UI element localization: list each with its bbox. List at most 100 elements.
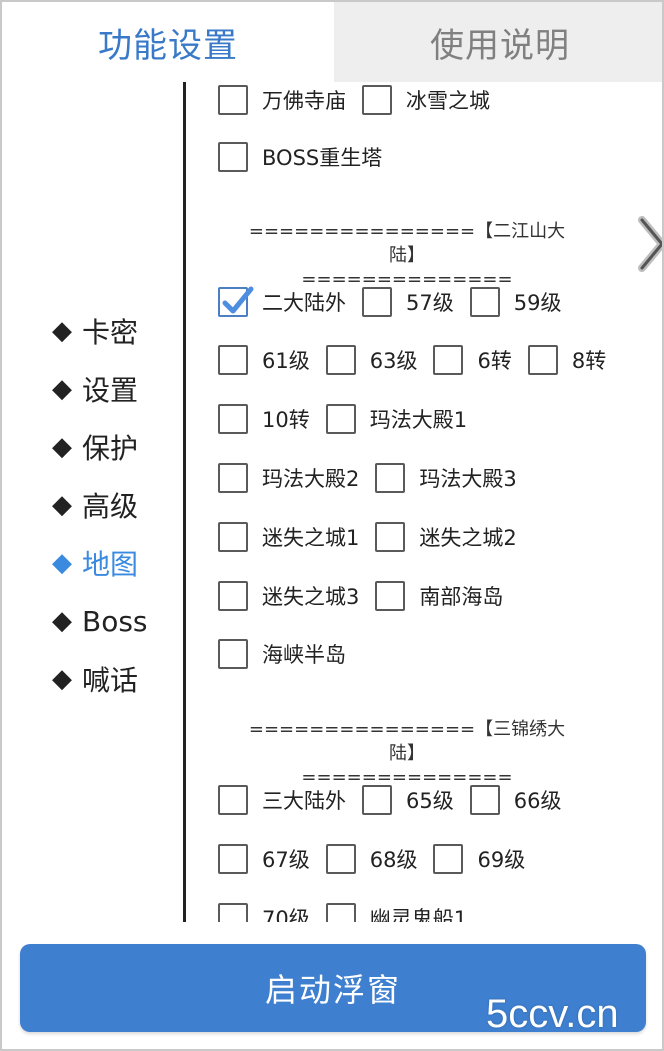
map-checkbox[interactable]: 三大陆外 xyxy=(218,785,362,815)
checkbox-box[interactable] xyxy=(218,639,248,669)
nav-item-settings[interactable]: ◆ 设置 xyxy=(52,360,182,418)
checkbox-box-checked[interactable] xyxy=(218,286,254,317)
checkbox-box[interactable] xyxy=(218,522,248,552)
checkbox-label: 67级 xyxy=(262,848,310,872)
checkbox-box[interactable] xyxy=(362,85,392,115)
checkbox-label: 66级 xyxy=(513,789,562,813)
map-checkbox[interactable]: 65级 xyxy=(362,785,470,815)
diamond-bullet-icon: ◆ xyxy=(52,432,72,462)
list-row: 61级 63级 6转 8转 xyxy=(218,342,622,378)
checkbox-box[interactable] xyxy=(325,903,356,922)
map-checkbox[interactable]: 61级 xyxy=(218,345,326,375)
nav-item-label: 设置 xyxy=(82,374,139,407)
map-checkbox[interactable]: BOSS重生塔 xyxy=(218,142,398,172)
checkbox-box[interactable] xyxy=(375,581,406,611)
diamond-bullet-icon: ◆ xyxy=(52,548,72,578)
checkbox-label: 冰雪之城 xyxy=(406,89,490,113)
tab-instructions[interactable]: 使用说明 xyxy=(334,2,662,82)
map-checkbox[interactable]: 玛法大殿1 xyxy=(325,404,483,434)
checkbox-label: 8转 xyxy=(571,349,607,373)
checkbox-box[interactable] xyxy=(218,463,248,493)
checkbox-label: 玛法大殿1 xyxy=(369,408,468,432)
map-checkbox[interactable]: 冰雪之城 xyxy=(362,85,506,115)
section-header-line: ===============【三锦绣大陆】 xyxy=(248,719,566,764)
diamond-bullet-icon: ◆ xyxy=(52,664,72,694)
nav-item-label: Boss xyxy=(82,604,148,638)
checkbox-box[interactable] xyxy=(362,287,392,317)
list-row: 70级 幽灵鬼船1 xyxy=(218,900,483,922)
map-checkbox[interactable]: 海峡半岛 xyxy=(218,639,362,669)
list-row: 万佛寺庙 冰雪之城 xyxy=(218,82,506,118)
checkbox-box[interactable] xyxy=(325,844,356,874)
map-checkbox[interactable]: 66级 xyxy=(469,785,578,815)
map-checkbox[interactable]: 8转 xyxy=(527,345,622,375)
map-checkbox[interactable]: 59级 xyxy=(469,287,578,317)
list-row: 三大陆外 65级 66级 xyxy=(218,782,577,818)
checkbox-label: 70级 xyxy=(262,907,310,922)
map-checkbox[interactable]: 二大陆外 xyxy=(218,286,362,317)
nav-item-advanced[interactable]: ◆ 高级 xyxy=(52,476,182,534)
tab-function-settings[interactable]: 功能设置 xyxy=(2,2,334,82)
list-row: 二大陆外 57级 59级 xyxy=(218,284,577,320)
checkbox-box[interactable] xyxy=(362,785,392,815)
checkbox-label: 59级 xyxy=(513,291,562,315)
map-checkbox[interactable]: 玛法大殿3 xyxy=(375,463,532,493)
checkbox-box[interactable] xyxy=(218,142,248,172)
checkbox-box[interactable] xyxy=(218,581,248,611)
nav-item-map[interactable]: ◆ 地图 xyxy=(52,534,182,592)
checkbox-box[interactable] xyxy=(375,463,406,493)
checkbox-box[interactable] xyxy=(218,85,248,115)
checkbox-label: 二大陆外 xyxy=(262,291,346,315)
checkbox-label: 63级 xyxy=(369,349,418,373)
checkbox-box[interactable] xyxy=(469,785,500,815)
list-row: 67级 68级 69级 xyxy=(218,841,541,877)
checkbox-label: 65级 xyxy=(406,789,454,813)
nav-item-protection[interactable]: ◆ 保护 xyxy=(52,418,182,476)
checkbox-box[interactable] xyxy=(218,903,248,922)
map-list[interactable]: 万佛寺庙 冰雪之城 BOSS重生塔 ===============【二江山大陆】… xyxy=(186,82,634,922)
nav-item-label: 保护 xyxy=(82,432,139,465)
map-checkbox[interactable]: 南部海岛 xyxy=(375,581,519,611)
map-checkbox[interactable]: 迷失之城3 xyxy=(218,581,375,611)
map-checkbox[interactable]: 万佛寺庙 xyxy=(218,85,362,115)
map-checkbox[interactable]: 玛法大殿2 xyxy=(218,463,375,493)
map-checkbox[interactable]: 迷失之城1 xyxy=(218,522,375,552)
map-checkbox[interactable]: 10转 xyxy=(218,404,326,434)
checkbox-box[interactable] xyxy=(218,345,248,375)
checkbox-box[interactable] xyxy=(375,522,406,552)
tab-bar: 功能设置 使用说明 xyxy=(2,2,662,82)
checkbox-box[interactable] xyxy=(433,345,464,375)
map-checkbox[interactable]: 63级 xyxy=(325,345,434,375)
side-nav: ◆ 卡密 ◆ 设置 ◆ 保护 ◆ 高级 ◆ 地图 ◆ Boss ◆ 喊话 xyxy=(52,302,182,708)
checkbox-label: 57级 xyxy=(406,291,454,315)
nav-item-label: 卡密 xyxy=(82,316,139,349)
checkbox-box[interactable] xyxy=(433,844,464,874)
checkbox-box[interactable] xyxy=(469,287,500,317)
map-checkbox[interactable]: 67级 xyxy=(218,844,326,874)
chevron-right-icon[interactable] xyxy=(638,214,664,274)
nav-item-boss[interactable]: ◆ Boss xyxy=(52,592,182,650)
checkbox-label: 海峡半岛 xyxy=(262,643,346,667)
map-checkbox[interactable]: 6转 xyxy=(433,345,527,375)
diamond-bullet-icon: ◆ xyxy=(52,606,72,636)
nav-item-shout[interactable]: ◆ 喊话 xyxy=(52,650,182,708)
map-checkbox[interactable]: 70级 xyxy=(218,903,326,922)
checkbox-label: 69级 xyxy=(477,848,526,872)
map-checkbox[interactable]: 68级 xyxy=(325,844,434,874)
checkbox-label: 玛法大殿3 xyxy=(419,467,517,491)
map-checkbox[interactable]: 69级 xyxy=(433,844,541,874)
map-checkbox[interactable]: 57级 xyxy=(362,287,470,317)
list-row: BOSS重生塔 xyxy=(218,139,398,175)
checkbox-box[interactable] xyxy=(325,345,356,375)
map-checkbox[interactable]: 幽灵鬼船1 xyxy=(325,903,483,922)
checkbox-box[interactable] xyxy=(527,345,558,375)
checkbox-box[interactable] xyxy=(218,404,248,434)
checkbox-box[interactable] xyxy=(218,844,248,874)
nav-item-label: 高级 xyxy=(82,490,139,523)
checkbox-box[interactable] xyxy=(325,404,356,434)
nav-item-card-key[interactable]: ◆ 卡密 xyxy=(52,302,182,360)
list-row: 迷失之城1 迷失之城2 xyxy=(218,519,533,555)
checkbox-box[interactable] xyxy=(218,785,248,815)
checkbox-label: BOSS重生塔 xyxy=(262,146,383,170)
map-checkbox[interactable]: 迷失之城2 xyxy=(375,522,532,552)
